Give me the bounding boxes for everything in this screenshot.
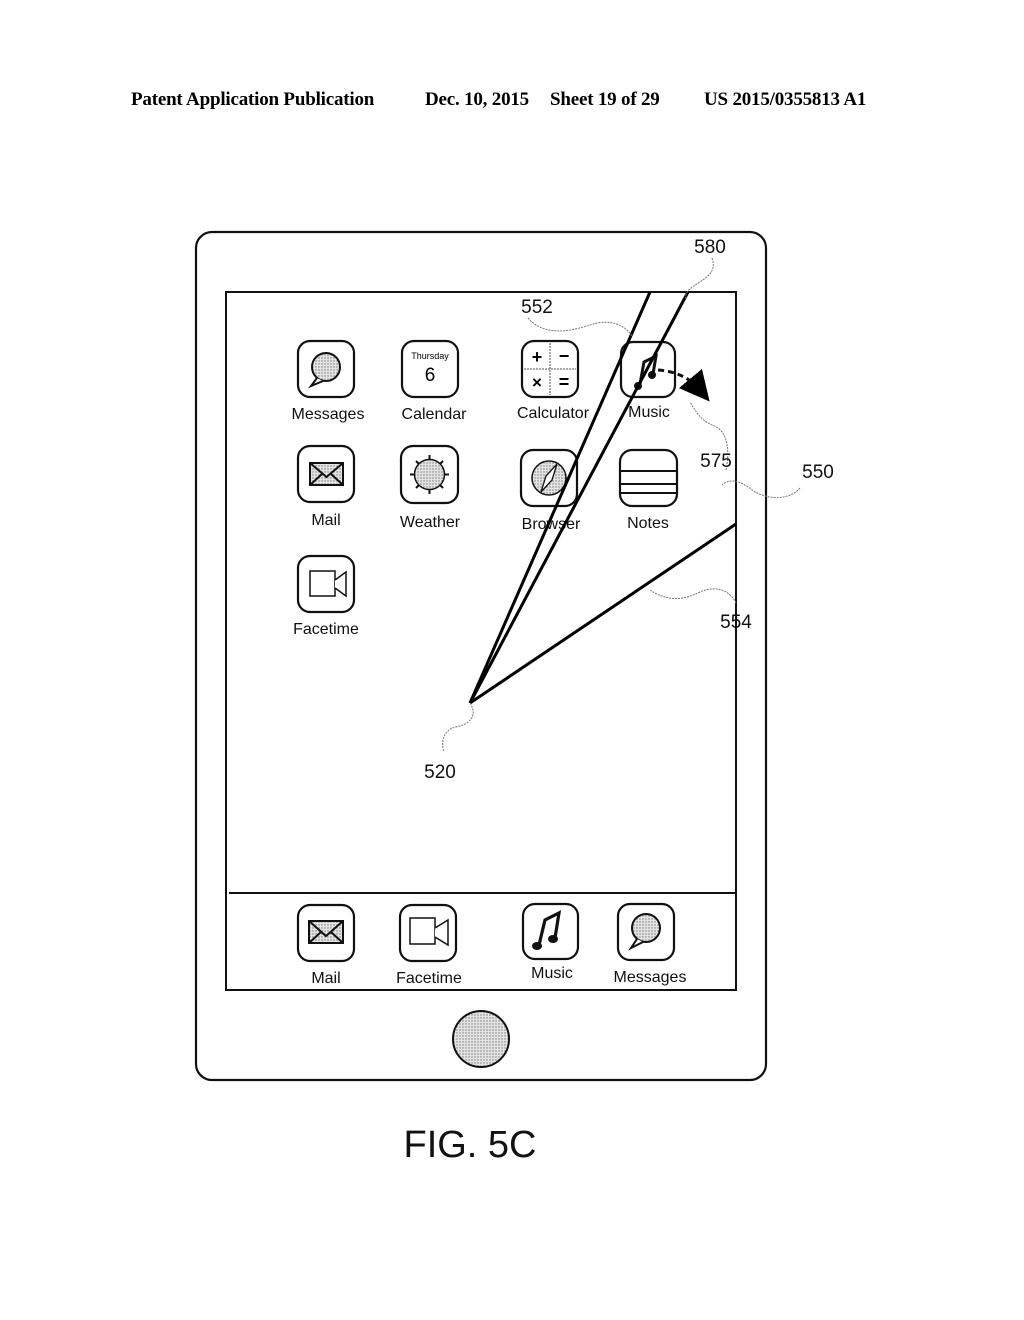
ref-575: 575	[700, 451, 732, 472]
app-label: Calculator	[517, 405, 590, 422]
svg-text:+: +	[532, 347, 543, 367]
app-label: Messages	[292, 406, 365, 423]
dock-facetime[interactable]: Facetime	[396, 903, 462, 987]
app-label: Music	[628, 404, 670, 421]
ref-552: 552	[521, 297, 553, 318]
envelope-icon	[309, 462, 344, 486]
device-frame	[194, 230, 768, 1082]
app-label: Weather	[400, 514, 461, 531]
ref-554: 554	[720, 612, 752, 633]
app-label: Notes	[627, 515, 669, 532]
dock-messages[interactable]: Messages	[614, 902, 687, 986]
app-label: Mail	[311, 970, 340, 987]
app-weather[interactable]: Weather	[399, 444, 461, 531]
ref-550: 550	[802, 462, 834, 483]
app-notes[interactable]: Notes	[618, 448, 679, 532]
svg-text:−: −	[559, 346, 570, 366]
app-label: Facetime	[293, 621, 359, 638]
home-button[interactable]	[452, 1010, 510, 1068]
compass-icon	[531, 460, 567, 496]
svg-text:×: ×	[532, 373, 542, 392]
figure-caption: FIG. 5C	[403, 1124, 536, 1166]
app-music[interactable]: Music	[619, 340, 677, 421]
ref-580: 580	[694, 237, 726, 258]
leader-lines	[442, 257, 801, 753]
app-label: Mail	[311, 512, 340, 529]
calendar-date: 6	[425, 365, 436, 386]
app-label: Messages	[614, 969, 687, 986]
app-label: Facetime	[396, 970, 462, 987]
ref-520: 520	[424, 762, 456, 783]
app-label: Music	[531, 965, 573, 982]
app-mail[interactable]: Mail	[296, 444, 356, 529]
dock-music[interactable]: Music	[521, 902, 580, 982]
app-facetime[interactable]: Facetime	[293, 554, 359, 638]
sweep-lines	[468, 291, 737, 705]
dock-mail[interactable]: Mail	[296, 903, 356, 987]
svg-text:=: =	[559, 372, 570, 392]
envelope-icon	[308, 920, 344, 944]
app-calculator[interactable]: + − × = Calculator	[517, 339, 590, 422]
app-messages[interactable]: Messages	[292, 339, 365, 423]
figure-5c: Messages Thursday 6 Calendar + − × = Cal…	[194, 230, 834, 1166]
app-label: Calendar	[402, 406, 468, 423]
app-calendar[interactable]: Thursday 6 Calendar	[400, 339, 468, 423]
calendar-day: Thursday	[411, 351, 449, 361]
